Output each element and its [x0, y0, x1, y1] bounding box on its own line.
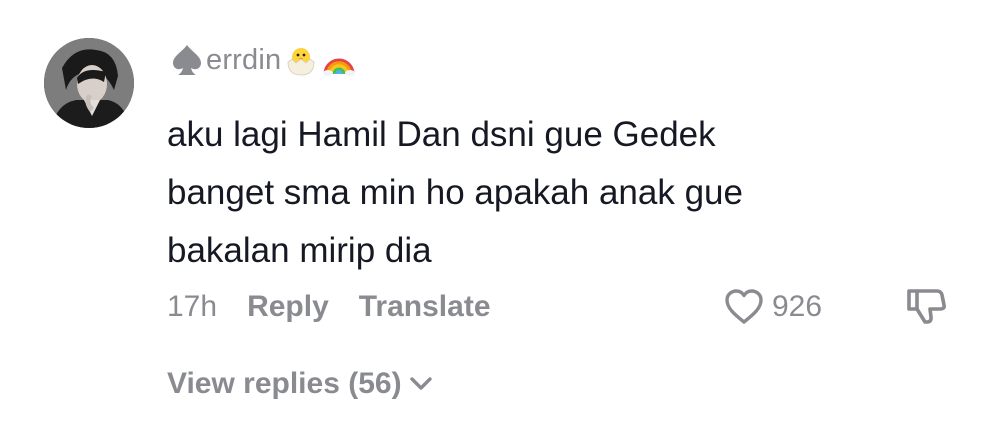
heart-outline-icon[interactable]	[722, 285, 766, 329]
comment-text-line: bakalan mirip dia	[167, 231, 432, 270]
view-replies-button[interactable]: View replies (56)	[167, 360, 436, 408]
spade-icon	[170, 42, 204, 78]
reply-button[interactable]: Reply	[247, 290, 329, 324]
dislike-button[interactable]	[903, 283, 949, 329]
translate-button[interactable]: Translate	[359, 290, 491, 324]
like-count: 926	[772, 290, 823, 323]
view-replies-label[interactable]: View replies (56)	[167, 367, 402, 401]
username[interactable]: errdin	[206, 44, 281, 77]
timestamp: 17h	[167, 290, 218, 323]
chevron-down-icon[interactable]	[406, 369, 436, 399]
comment-text: aku lagi Hamil Dan dsni gue Gedek banget …	[167, 106, 887, 280]
comment-text-line: banget sma min ho apakah anak gue	[167, 173, 743, 212]
avatar[interactable]	[44, 38, 134, 128]
username-row[interactable]: errdin	[170, 40, 357, 80]
hatching-chick-emoji-icon	[283, 42, 319, 78]
rainbow-emoji-icon	[321, 42, 357, 78]
comment-text-line: aku lagi Hamil Dan dsni gue Gedek	[167, 115, 716, 154]
comment-item: errdin aku lagi Hamil Dan dsni gue Gedek…	[0, 0, 1000, 430]
thumbs-down-icon[interactable]	[903, 283, 949, 329]
comment-meta-row: 17h Reply Translate	[167, 285, 491, 329]
like-button[interactable]: 926	[722, 285, 822, 329]
